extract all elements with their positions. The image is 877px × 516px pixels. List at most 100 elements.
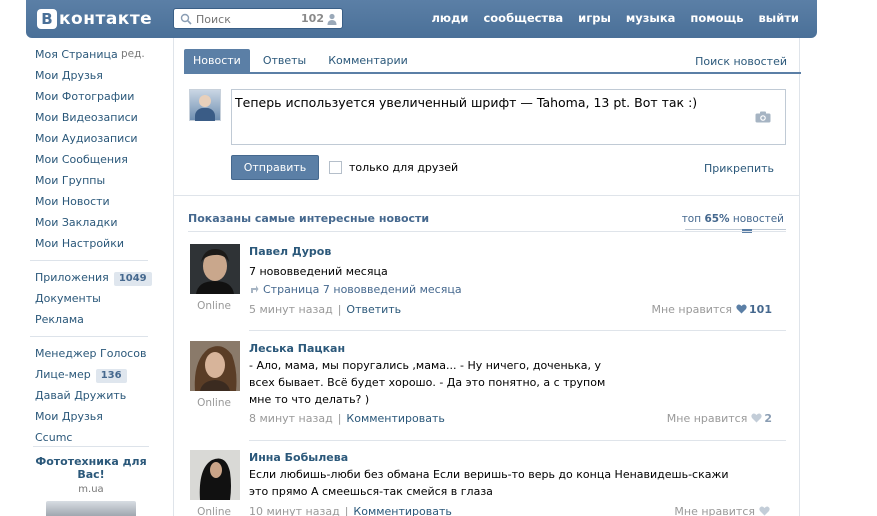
sidebar-item-ccumc[interactable]: Ccumc <box>35 427 153 448</box>
sidebar-item-audio[interactable]: Мои Аудиозаписи <box>35 128 153 149</box>
ad-image[interactable] <box>46 501 136 516</box>
heart-icon <box>751 413 762 423</box>
nav-communities[interactable]: сообщества <box>483 11 563 25</box>
like-label: Мне нравится <box>651 303 733 316</box>
friends-only-checkbox[interactable] <box>329 161 342 174</box>
sidebar-item-my-page[interactable]: Моя Страница ред. <box>35 44 153 65</box>
section-divider <box>188 231 786 232</box>
status-input[interactable]: Теперь используется увеличенный шрифт — … <box>231 89 786 145</box>
header-search[interactable]: 102 <box>173 8 343 29</box>
sidebar-item-groups[interactable]: Мои Группы <box>35 170 153 191</box>
online-status: Online <box>197 506 231 516</box>
heart-icon <box>736 304 747 314</box>
post-time[interactable]: 8 минут назад <box>249 412 333 425</box>
sidebar-item-ads[interactable]: Реклама <box>35 309 153 330</box>
nav-people[interactable]: люди <box>432 11 469 25</box>
send-button[interactable]: Отправить <box>231 155 319 180</box>
count-badge: 1049 <box>113 272 152 286</box>
nav-music[interactable]: музыка <box>626 11 676 25</box>
tabs-underline <box>184 72 801 74</box>
sidebar-item-messages[interactable]: Мои Сообщения <box>35 149 153 170</box>
sidebar-ad[interactable]: Фототехника для Вас! m.ua <box>33 446 149 516</box>
search-input[interactable] <box>196 11 296 27</box>
sidebar-item-make-friends[interactable]: Давай Дружить <box>35 385 153 406</box>
like-button[interactable]: Мне нравится 2 <box>667 412 772 425</box>
site-logo[interactable]: В контакте <box>37 7 152 31</box>
logo-icon: В <box>37 9 57 29</box>
nav-logout[interactable]: выйти <box>759 11 799 25</box>
post-divider <box>249 440 786 441</box>
sidebar-item-vote-manager[interactable]: Менеджер Голосов <box>35 343 153 364</box>
sidebar-item-settings[interactable]: Мои Настройки <box>35 233 153 254</box>
post-author[interactable]: Павел Дуров <box>249 245 331 258</box>
sidebar-item-docs[interactable]: Документы <box>35 288 153 309</box>
post-author[interactable]: Инна Бобылева <box>249 451 348 464</box>
reply-link[interactable]: Ответить <box>346 303 401 316</box>
tab-news[interactable]: Новости <box>184 49 250 73</box>
post-time[interactable]: 10 минут назад <box>249 505 340 516</box>
like-button[interactable]: Мне нравится <box>674 505 772 516</box>
sidebar-item-facemeter[interactable]: Лице-мер 136 <box>35 364 153 385</box>
post-author[interactable]: Леська Пацкан <box>249 342 345 355</box>
comment-link[interactable]: Комментировать <box>353 505 451 516</box>
friends-only-label[interactable]: только для друзей <box>349 161 458 174</box>
post-time[interactable]: 5 минут назад <box>249 303 333 316</box>
heart-icon <box>759 506 770 516</box>
top-suffix: новостей <box>732 213 784 225</box>
top-slider-track[interactable] <box>685 229 786 230</box>
repost-link[interactable]: Страница 7 нововведений месяца <box>249 283 462 296</box>
sidebar-item-photos[interactable]: Мои Фотографии <box>35 86 153 107</box>
count-badge: 136 <box>95 369 127 383</box>
sidebar-item-label: Лице-мер <box>35 368 91 381</box>
avatar[interactable] <box>190 341 240 391</box>
nav-help[interactable]: помощь <box>690 11 743 25</box>
tab-comments[interactable]: Комментарии <box>319 49 417 73</box>
avatar-face <box>199 95 211 107</box>
post-divider <box>249 330 786 331</box>
sidebar-divider <box>30 336 148 337</box>
online-status: Online <box>197 300 231 312</box>
logo-text: контакте <box>59 9 153 29</box>
edit-link[interactable]: ред. <box>121 44 145 65</box>
post-meta: 10 минут назад | Комментировать <box>249 505 452 516</box>
like-label: Мне нравится <box>674 505 755 516</box>
sidebar-item-videos[interactable]: Мои Видеозаписи <box>35 107 153 128</box>
search-icon <box>180 13 192 25</box>
ad-title[interactable]: Фототехника для Вас! <box>33 455 149 481</box>
post-text: Если любишь-люби без обмана Если веришь-… <box>249 468 729 498</box>
nav-games[interactable]: игры <box>578 11 611 25</box>
sidebar-item-bookmarks[interactable]: Мои Закладки <box>35 212 153 233</box>
like-button[interactable]: Мне нравится 101 <box>651 303 772 316</box>
search-result-count: 102 <box>301 12 324 25</box>
attach-link[interactable]: Прикрепить <box>704 162 774 175</box>
like-count: 2 <box>764 412 772 425</box>
post-text: 7 нововведений месяца <box>249 265 388 278</box>
online-status: Online <box>197 397 231 409</box>
top-prefix: топ <box>681 213 702 225</box>
sidebar-item-news[interactable]: Мои Новости <box>35 191 153 212</box>
avatar-body <box>195 108 215 121</box>
avatar[interactable] <box>189 89 221 121</box>
comment-link[interactable]: Комментировать <box>346 412 444 425</box>
camera-icon[interactable] <box>755 111 771 123</box>
avatar[interactable] <box>190 450 240 500</box>
sidebar-item-label: Приложения <box>35 271 109 284</box>
like-count: 101 <box>749 303 772 316</box>
sidebar-item-my-friends-app[interactable]: Мои Друзья <box>35 406 153 427</box>
search-news-link[interactable]: Поиск новостей <box>695 55 787 68</box>
sidebar-divider <box>33 446 149 447</box>
section-divider <box>174 195 799 196</box>
post-meta: 8 минут назад | Комментировать <box>249 412 445 425</box>
avatar[interactable] <box>190 244 240 294</box>
top-news-filter[interactable]: топ 65% новостей <box>682 213 784 225</box>
like-label: Мне нравится <box>666 412 748 425</box>
sidebar-item-label: Моя Страница <box>35 48 118 61</box>
sidebar-item-friends[interactable]: Мои Друзья <box>35 65 153 86</box>
feed-title: Показаны самые интересные новости <box>188 212 430 225</box>
news-tabs: Новости Ответы Комментарии <box>184 49 421 73</box>
ad-domain: m.ua <box>78 484 104 495</box>
top-header: В контакте 102 люди сообщества игры музы… <box>26 0 817 38</box>
tab-replies[interactable]: Ответы <box>254 49 315 73</box>
sidebar-item-apps[interactable]: Приложения 1049 <box>35 267 153 288</box>
left-sidebar: Моя Страница ред. Мои Друзья Мои Фотограф… <box>30 44 153 448</box>
